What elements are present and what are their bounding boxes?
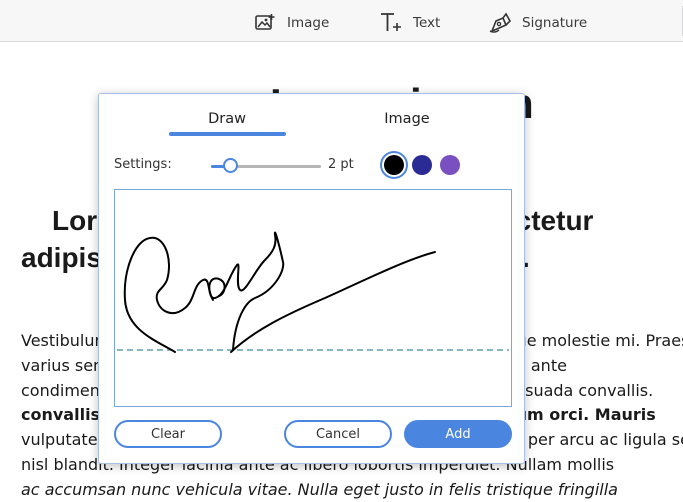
stroke-width-value: 2 pt <box>328 157 354 172</box>
signature-drawing <box>117 231 509 353</box>
pen-nib-icon <box>488 12 512 34</box>
signature-canvas[interactable] <box>114 189 512 407</box>
signature-stroke <box>123 231 436 353</box>
body-line: ac accumsan nunc vehicula vitae. Nulla e… <box>21 479 618 499</box>
tab-draw[interactable]: Draw <box>169 111 285 133</box>
cancel-button[interactable]: Cancel <box>284 420 392 448</box>
signature-dialog: Draw Image Settings: 2 pt Clear Cancel A… <box>98 93 525 464</box>
color-swatch-black[interactable] <box>384 155 404 175</box>
toolbar-image-button[interactable]: Image <box>255 10 329 36</box>
color-swatch-navy[interactable] <box>412 155 432 175</box>
toolbar: Image Text Signature <box>0 0 683 42</box>
text-add-icon <box>379 12 403 34</box>
image-add-icon <box>255 13 277 33</box>
toolbar-image-label: Image <box>287 15 330 31</box>
toolbar-signature-label: Signature <box>522 15 588 31</box>
add-button[interactable]: Add <box>404 420 512 448</box>
color-swatch-purple[interactable] <box>440 155 460 175</box>
active-tab-indicator <box>169 132 286 136</box>
settings-label: Settings: <box>114 157 172 172</box>
tab-image[interactable]: Image <box>349 111 465 133</box>
toolbar-text-button[interactable]: Text <box>379 10 440 36</box>
clear-button[interactable]: Clear <box>114 420 222 448</box>
toolbar-signature-button[interactable]: Signature <box>488 10 587 36</box>
toolbar-text-label: Text <box>413 15 441 31</box>
stroke-width-slider-handle[interactable] <box>223 158 239 173</box>
